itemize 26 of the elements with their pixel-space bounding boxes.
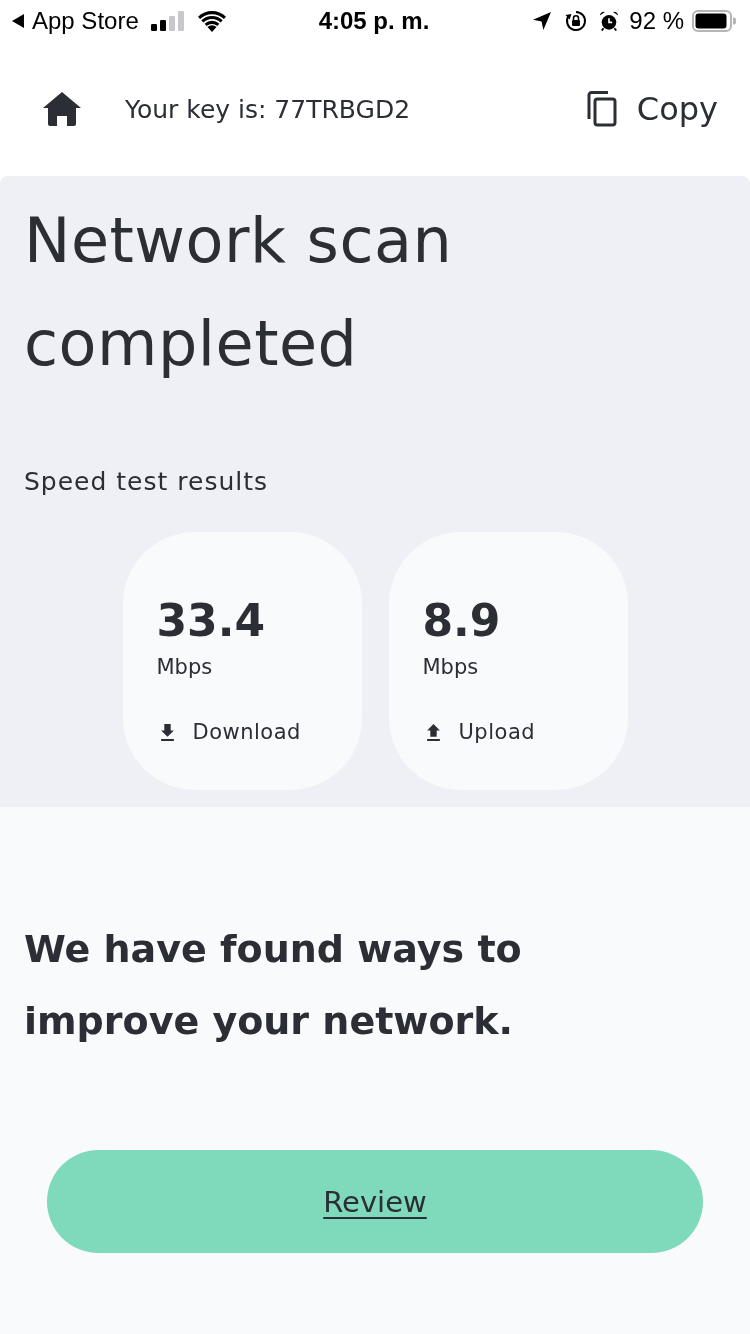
battery-percent: 92 % (629, 7, 684, 35)
speed-unit: Mbps (422, 654, 480, 681)
review-button[interactable]: Review (47, 1150, 703, 1253)
speed-value: 33.4 (156, 595, 267, 647)
alarm-clock-icon (599, 11, 620, 31)
download-icon (160, 723, 174, 741)
back-link[interactable]: App Store (12, 7, 139, 35)
copy-icon (586, 91, 617, 127)
battery-icon (692, 10, 736, 32)
back-icon (12, 14, 24, 28)
result-label: Upload (458, 719, 536, 746)
speed-value: 8.9 (422, 595, 502, 647)
status-time: 4:05 p. m. (318, 7, 430, 35)
signal-icon (150, 11, 185, 31)
wifi-icon (196, 10, 227, 32)
result-label: Download (192, 719, 301, 746)
copy-button[interactable]: Copy (586, 90, 718, 128)
rotation-lock-icon (565, 10, 588, 32)
speed-unit: Mbps (156, 654, 214, 681)
improve-message: We have found ways to improve your network. (24, 926, 523, 1045)
upload-icon (426, 723, 440, 741)
location-arrow-icon (533, 12, 552, 30)
scan-title: Network scan completed (24, 203, 454, 382)
key-text: Your key is: 77TRBGD2 (125, 94, 412, 124)
home-icon[interactable] (43, 92, 81, 126)
results-subtitle: Speed test results (24, 466, 270, 498)
